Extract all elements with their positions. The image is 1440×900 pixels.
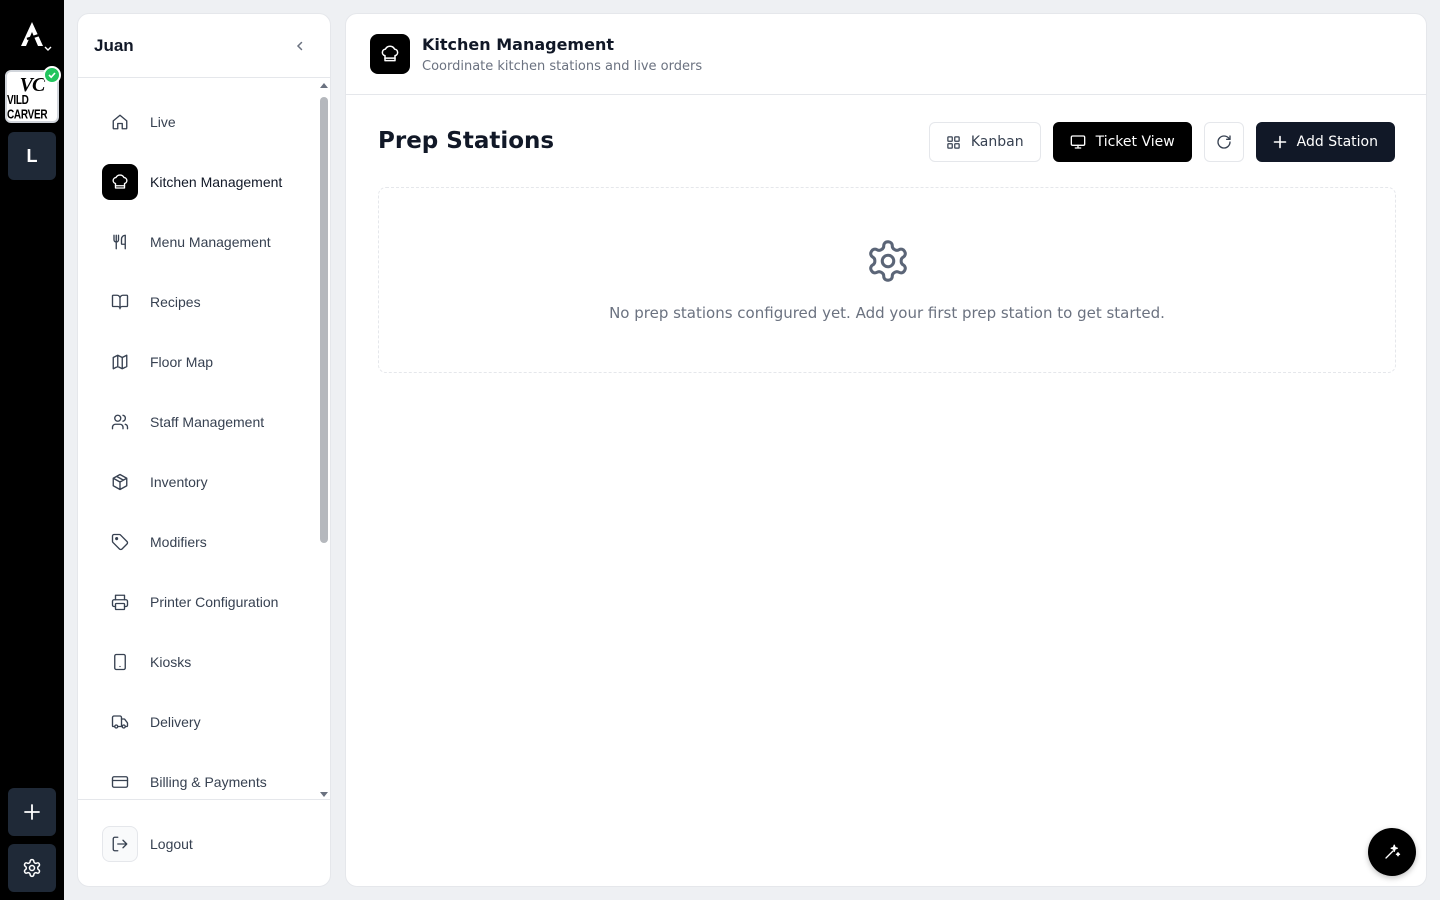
scroll-up-arrow[interactable] <box>320 83 328 88</box>
ticket-view-label: Ticket View <box>1095 134 1175 150</box>
sidebar-footer: Logout <box>78 799 330 886</box>
sidebar-item-recipes[interactable]: Recipes <box>102 284 302 320</box>
collapse-sidebar-button[interactable] <box>286 32 314 60</box>
chevron-down-icon <box>44 46 52 51</box>
app-rail: VC VILD CARVER L <box>0 0 64 900</box>
sidebar-item-kitchen-management[interactable]: Kitchen Management <box>102 164 302 200</box>
map-icon <box>102 344 138 380</box>
sidebar-item-label: Billing & Payments <box>150 774 267 790</box>
section-title: Prep Stations <box>378 128 555 154</box>
sidebar-item-label: Modifiers <box>150 534 207 550</box>
tablet-icon <box>102 644 138 680</box>
check-icon <box>43 66 61 84</box>
refresh-button[interactable] <box>1203 122 1244 162</box>
page-header: Kitchen Management Coordinate kitchen st… <box>346 14 1426 95</box>
sidebar-item-label: Live <box>150 114 176 130</box>
sidebar-item-label: Delivery <box>150 714 201 730</box>
printer-icon <box>102 584 138 620</box>
sidebar-item-printer-configuration[interactable]: Printer Configuration <box>102 584 302 620</box>
refresh-icon <box>1217 135 1231 149</box>
scrollbar-thumb[interactable] <box>320 97 328 543</box>
logout-label: Logout <box>150 836 193 852</box>
sidebar-item-live[interactable]: Live <box>102 104 302 140</box>
layout-grid-icon <box>947 135 960 149</box>
sidebar-item-label: Printer Configuration <box>150 594 279 610</box>
plus-icon <box>24 804 40 820</box>
settings-button[interactable] <box>8 844 56 892</box>
sidebar-item-kiosks[interactable]: Kiosks <box>102 644 302 680</box>
sidebar-header: Juan <box>78 14 330 78</box>
sidebar-item-label: Floor Map <box>150 354 214 370</box>
truck-icon <box>102 704 138 740</box>
empty-state: No prep stations configured yet. Add you… <box>378 187 1396 373</box>
add-station-label: Add Station <box>1296 134 1378 150</box>
sidebar-item-menu-management[interactable]: Menu Management <box>102 224 302 260</box>
sidebar-item-label: Kiosks <box>150 654 192 670</box>
brand-monogram: VC <box>19 73 46 96</box>
sidebar-item-label: Recipes <box>150 294 201 310</box>
users-icon <box>102 404 138 440</box>
book-icon <box>102 284 138 320</box>
chef-hat-icon <box>102 164 138 200</box>
sidebar-item-label: Inventory <box>150 474 208 490</box>
sidebar-item-billing-payments[interactable]: Billing & Payments <box>102 764 302 800</box>
sidebar-item-floor-map[interactable]: Floor Map <box>102 344 302 380</box>
kanban-button[interactable]: Kanban <box>928 122 1041 162</box>
ticket-view-button[interactable]: Ticket View <box>1052 122 1192 162</box>
package-icon <box>102 464 138 500</box>
sidebar-item-inventory[interactable]: Inventory <box>102 464 302 500</box>
page-subtitle: Coordinate kitchen stations and live ord… <box>422 58 703 74</box>
workspace-switcher[interactable]: L <box>8 132 56 180</box>
app-logo-icon[interactable] <box>12 14 52 54</box>
kanban-label: Kanban <box>970 134 1024 150</box>
gear-icon <box>23 858 41 878</box>
brand-name: VILD CARVER <box>7 93 48 122</box>
sidebar-nav: Live Kitchen Management Menu Management … <box>78 79 330 800</box>
sidebar: Juan Live Kitchen Management Menu Manage… <box>77 13 331 887</box>
plus-icon <box>1273 135 1286 149</box>
logout-icon <box>102 826 138 862</box>
monitor-icon <box>1070 135 1085 149</box>
view-toolbar: Kanban Ticket View Add Station <box>928 122 1395 162</box>
sidebar-item-label: Menu Management <box>150 234 271 250</box>
credit-card-icon <box>102 764 138 800</box>
chef-hat-icon <box>370 34 410 74</box>
user-name: Juan <box>94 35 134 55</box>
sidebar-item-staff-management[interactable]: Staff Management <box>102 404 302 440</box>
sparkles-icon <box>1385 844 1401 859</box>
page-title: Kitchen Management <box>422 34 614 54</box>
logout-button[interactable]: Logout <box>102 826 193 862</box>
add-station-button[interactable]: Add Station <box>1255 122 1395 162</box>
gear-icon <box>865 238 911 284</box>
sidebar-item-label: Kitchen Management <box>150 174 283 190</box>
chevron-left-icon <box>296 41 303 50</box>
home-icon <box>102 104 138 140</box>
sidebar-scrollbar[interactable] <box>318 81 330 799</box>
sidebar-item-label: Staff Management <box>150 414 265 430</box>
scroll-down-arrow[interactable] <box>320 792 328 797</box>
sidebar-item-delivery[interactable]: Delivery <box>102 704 302 740</box>
empty-state-message: No prep stations configured yet. Add you… <box>609 304 1165 322</box>
ai-assistant-button[interactable] <box>1368 828 1416 876</box>
utensils-icon <box>102 224 138 260</box>
tag-icon <box>102 524 138 560</box>
add-workspace-button[interactable] <box>8 788 56 836</box>
sidebar-item-modifiers[interactable]: Modifiers <box>102 524 302 560</box>
main-panel: Kitchen Management Coordinate kitchen st… <box>345 13 1427 887</box>
